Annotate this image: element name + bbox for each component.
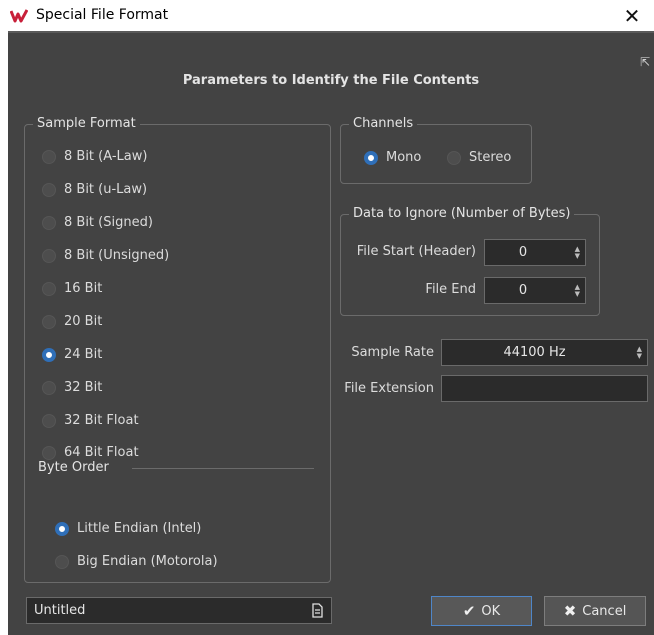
check-icon: ✔ [462,602,476,620]
radio-button-selected[interactable] [42,347,56,362]
radio-label: 16 Bit [64,281,103,296]
radio-stereo[interactable]: Stereo [447,150,511,165]
preset-field[interactable]: Untitled [26,597,332,624]
radio-button[interactable] [42,314,56,329]
radio-button[interactable] [42,380,56,395]
title-bar: Special File Format ✕ [0,0,654,31]
radio-label: Mono [386,150,422,165]
radio-64bit-float[interactable]: 64 Bit Float [42,445,139,460]
file-end-label: File End [425,282,476,297]
radio-button[interactable] [42,215,56,230]
radio-label: Stereo [469,150,512,165]
radio-32bit-float[interactable]: 32 Bit Float [42,413,139,428]
preset-document-icon[interactable] [311,603,323,618]
window-title: Special File Format [36,7,169,23]
radio-button[interactable] [55,554,69,569]
sample-rate-label: Sample Rate [351,345,434,360]
radio-label: 20 Bit [64,314,103,329]
radio-button[interactable] [42,149,56,164]
radio-label: 64 Bit Float [64,445,139,460]
radio-label: 8 Bit (u-Law) [64,182,148,197]
radio-little-endian[interactable]: Little Endian (Intel) [55,521,201,536]
byte-order-legend: Byte Order [38,460,109,475]
radio-button[interactable] [42,182,56,197]
radio-button[interactable] [42,281,56,296]
app-logo-icon [10,9,28,23]
spin-arrows-icon[interactable]: ▲ ▼ [637,345,642,360]
radio-32bit[interactable]: 32 Bit [42,380,102,395]
sample-format-legend: Sample Format [33,116,140,131]
radio-button-selected[interactable] [55,521,69,536]
sample-rate-value: 44100 Hz [503,345,566,360]
dialog-body: Parameters to Identify the File Contents… [8,31,654,635]
radio-mono[interactable]: Mono [364,150,421,165]
file-end-spinbox[interactable]: 0 ▲ ▼ [484,277,586,304]
close-icon: ✕ [623,3,641,28]
radio-label: Big Endian (Motorola) [77,554,218,569]
ok-label: OK [481,603,501,619]
cross-icon: ✖ [563,602,577,620]
cancel-label: Cancel [582,603,627,619]
radio-button[interactable] [42,445,56,460]
radio-16bit[interactable]: 16 Bit [42,281,102,296]
radio-label: 32 Bit Float [64,413,139,428]
radio-label: 8 Bit (Unsigned) [64,248,170,263]
radio-label: 32 Bit [64,380,103,395]
radio-label: Little Endian (Intel) [77,521,202,536]
file-end-value: 0 [518,283,528,298]
radio-label: 8 Bit (Signed) [64,215,153,230]
resize-arrow-icon: ⇱ [639,55,650,69]
radio-8bit-unsigned[interactable]: 8 Bit (Unsigned) [42,248,169,263]
radio-button[interactable] [42,413,56,428]
cancel-button[interactable]: ✖ Cancel [544,596,646,626]
divider [8,31,654,33]
radio-8bit-signed[interactable]: 8 Bit (Signed) [42,215,153,230]
byte-order-divider [132,468,314,469]
radio-8bit-ulaw[interactable]: 8 Bit (u-Law) [42,182,147,197]
spin-arrows-icon[interactable]: ▲ ▼ [575,245,580,260]
preset-name: Untitled [34,603,86,618]
channels-legend: Channels [349,116,418,131]
radio-button[interactable] [42,248,56,263]
ok-button[interactable]: ✔ OK [431,596,532,626]
radio-24bit[interactable]: 24 Bit [42,347,102,362]
radio-big-endian[interactable]: Big Endian (Motorola) [55,554,218,569]
spin-arrows-icon[interactable]: ▲ ▼ [575,283,580,298]
file-extension-input[interactable] [441,375,648,402]
close-button[interactable]: ✕ [610,0,654,31]
data-to-ignore-legend: Data to Ignore (Number of Bytes) [349,206,575,221]
file-start-value: 0 [518,245,528,260]
file-start-label: File Start (Header) [356,244,476,259]
radio-20bit[interactable]: 20 Bit [42,314,102,329]
dialog-heading: Parameters to Identify the File Contents [182,73,480,88]
file-extension-label: File Extension [344,381,434,396]
sample-rate-spinbox[interactable]: 44100 Hz ▲ ▼ [441,339,648,366]
file-start-spinbox[interactable]: 0 ▲ ▼ [484,239,586,266]
radio-label: 24 Bit [64,347,103,362]
radio-label: 8 Bit (A-Law) [64,149,148,164]
radio-button[interactable] [447,150,461,165]
radio-8bit-alaw[interactable]: 8 Bit (A-Law) [42,149,147,164]
radio-button-selected[interactable] [364,150,378,165]
